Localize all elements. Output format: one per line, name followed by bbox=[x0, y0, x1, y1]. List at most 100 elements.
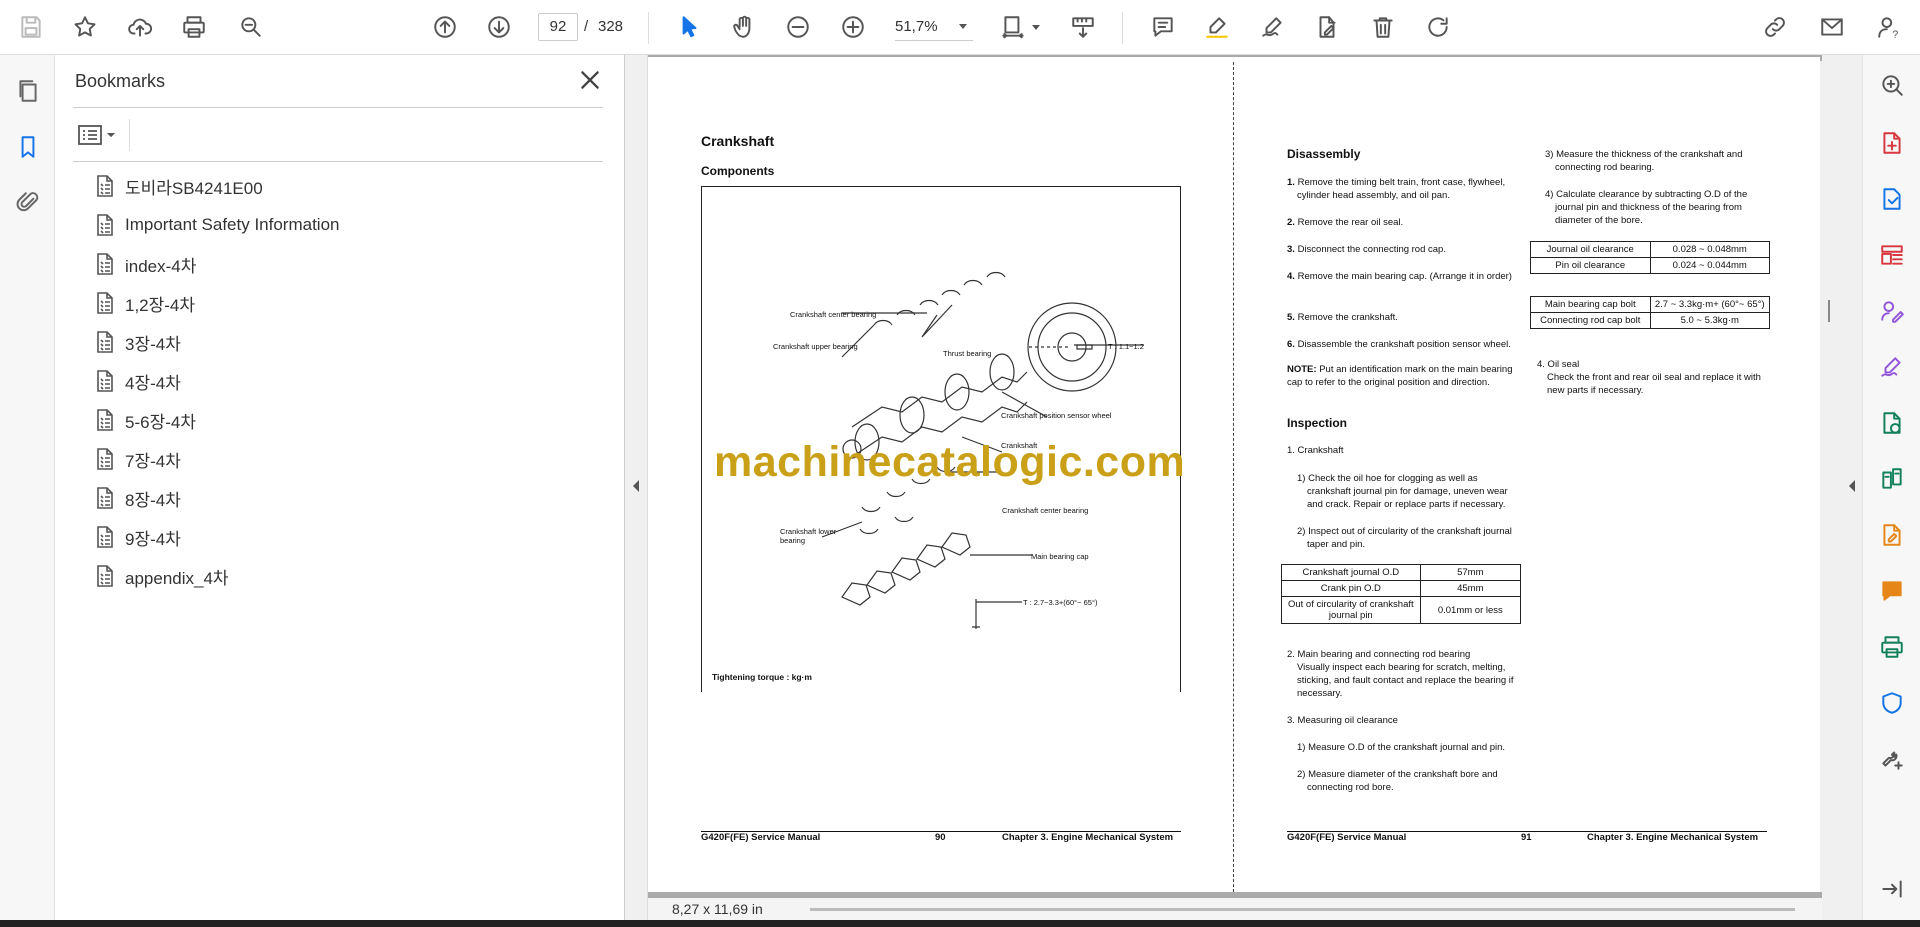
star-icon[interactable] bbox=[68, 10, 102, 44]
label-center-bearing: Crankshaft center bearing bbox=[790, 310, 877, 319]
horizontal-scrollbar[interactable] bbox=[810, 908, 1795, 911]
comment-icon[interactable] bbox=[1146, 10, 1180, 44]
step-text: Remove the main bearing cap. (Arrange it… bbox=[1297, 271, 1512, 282]
panel-splitter[interactable] bbox=[625, 55, 648, 920]
step-number: 5. bbox=[1287, 312, 1295, 323]
spec-name-cell: Pin oil clearance bbox=[1530, 257, 1651, 274]
bookmark-item[interactable]: index-4차 bbox=[95, 250, 196, 278]
collapse-right-icon[interactable] bbox=[1847, 479, 1857, 493]
bookmark-page-icon bbox=[97, 487, 113, 509]
oil-seal-head: 4. Oil seal bbox=[1537, 359, 1580, 370]
bookmark-item[interactable]: 7장-4차 bbox=[95, 445, 181, 473]
delete-icon[interactable] bbox=[1366, 10, 1400, 44]
bookmark-options-button[interactable] bbox=[77, 121, 125, 149]
page-number-input[interactable]: 92 bbox=[538, 13, 578, 41]
oil-clearance-step-1: 1) Measure O.D of the crankshaft journal… bbox=[1297, 742, 1506, 753]
fill-sign-icon[interactable] bbox=[1876, 351, 1908, 383]
spec-value-cell: 0.024 ~ 0.044mm bbox=[1649, 257, 1770, 274]
bookmark-item[interactable]: Important Safety Information bbox=[95, 211, 340, 239]
bookmark-item[interactable]: 1,2장-4차 bbox=[95, 289, 195, 317]
table-row: Main bearing cap bolt 2.7 ~ 3.3kg·m+ (60°… bbox=[1530, 296, 1770, 313]
upload-cloud-icon[interactable] bbox=[123, 10, 157, 44]
label-torque-2: T : 2.7~3.3+(60°~ 65°) bbox=[1023, 598, 1098, 607]
compare-files-icon[interactable] bbox=[1876, 463, 1908, 495]
scroll-thumb[interactable] bbox=[1828, 300, 1830, 322]
request-signatures-icon[interactable] bbox=[1876, 295, 1908, 327]
disassembly-step: 2. Remove the rear oil seal. bbox=[1287, 216, 1527, 229]
disassembly-step: 3. Disconnect the connecting rod cap. bbox=[1287, 243, 1527, 256]
right-panel-splitter[interactable] bbox=[1842, 55, 1862, 920]
email-icon[interactable] bbox=[1815, 10, 1849, 44]
toolbar-divider bbox=[1122, 12, 1123, 44]
highlight-icon[interactable] bbox=[1200, 10, 1234, 44]
bearing-inspection-head: 2. Main bearing and connecting rod beari… bbox=[1287, 649, 1471, 660]
protect-icon[interactable] bbox=[1876, 687, 1908, 719]
zoom-in-icon[interactable] bbox=[836, 10, 870, 44]
bookmark-label: 9장-4차 bbox=[125, 529, 181, 549]
print-icon[interactable] bbox=[177, 10, 211, 44]
previous-page-icon[interactable] bbox=[428, 10, 462, 44]
table-row: Pin oil clearance 0.024 ~ 0.044mm bbox=[1530, 257, 1770, 274]
bookmark-item[interactable]: 4장-4차 bbox=[95, 367, 181, 395]
footer-rule bbox=[701, 831, 1181, 832]
section-title: Crankshaft bbox=[701, 133, 775, 149]
bookmark-label: appendix_4차 bbox=[125, 568, 229, 588]
table-row: Connecting rod cap bolt 5.0 ~ 5.3kg·m bbox=[1530, 312, 1770, 329]
draw-sign-icon[interactable] bbox=[1256, 10, 1290, 44]
hand-tool-icon[interactable] bbox=[727, 10, 761, 44]
table-row: Out of circularity of crankshaft journal… bbox=[1281, 596, 1522, 624]
vertical-scrollbar[interactable] bbox=[1822, 55, 1842, 920]
bookmark-label: 4장-4차 bbox=[125, 373, 181, 393]
edit-pdf-icon[interactable] bbox=[1876, 519, 1908, 551]
send-for-comment-icon[interactable] bbox=[1876, 407, 1908, 439]
scroll-mode-icon[interactable] bbox=[1066, 10, 1100, 44]
next-page-icon[interactable] bbox=[482, 10, 516, 44]
divider bbox=[129, 119, 130, 151]
organize-pages-icon[interactable] bbox=[1876, 239, 1908, 271]
close-icon[interactable] bbox=[577, 67, 603, 93]
zoom-out-icon[interactable] bbox=[781, 10, 815, 44]
bookmark-item[interactable]: 9장-4차 bbox=[95, 523, 181, 551]
watermark-text: machinecatalogic.com bbox=[714, 438, 1186, 486]
spec-name-cell: Crank pin O.D bbox=[1281, 580, 1421, 597]
step-number: 1. bbox=[1287, 177, 1295, 188]
chevron-down-icon[interactable] bbox=[1032, 25, 1040, 30]
step-text: Remove the timing belt train, front case… bbox=[1297, 177, 1506, 201]
page-thumbnails-icon[interactable] bbox=[12, 75, 44, 107]
create-pdf-icon[interactable] bbox=[1876, 127, 1908, 159]
more-tools-icon[interactable] bbox=[1876, 743, 1908, 775]
scan-ocr-icon[interactable] bbox=[1876, 631, 1908, 663]
spec-value-cell: 0.01mm or less bbox=[1419, 596, 1522, 624]
zoom-tool-icon[interactable] bbox=[1876, 69, 1908, 101]
bearing-inspection-text: Visually inspect each bearing for scratc… bbox=[1297, 662, 1514, 699]
page-divider-line bbox=[1233, 62, 1234, 892]
status-bar: 8,27 x 11,69 in bbox=[648, 898, 1822, 920]
collapse-left-icon[interactable] bbox=[631, 479, 641, 493]
save-icon[interactable] bbox=[14, 10, 48, 44]
select-cursor-icon[interactable] bbox=[672, 10, 706, 44]
export-pdf-icon[interactable] bbox=[1876, 183, 1908, 215]
cap-bolt-torque-table: Main bearing cap bolt 2.7 ~ 3.3kg·m+ (60°… bbox=[1530, 296, 1770, 329]
step-number: 2. bbox=[1287, 217, 1295, 228]
account-icon[interactable]: ? bbox=[1872, 10, 1906, 44]
attachment-icon[interactable] bbox=[12, 187, 44, 219]
rotate-icon[interactable] bbox=[1421, 10, 1455, 44]
page-fit-icon[interactable] bbox=[996, 10, 1030, 44]
bookmark-icon[interactable] bbox=[12, 131, 44, 163]
note-text: Put an identification mark on the main b… bbox=[1287, 364, 1513, 388]
note-label: NOTE: bbox=[1287, 364, 1317, 375]
zoom-level-value: 51,7% bbox=[895, 18, 938, 35]
bookmark-item[interactable]: 8장-4차 bbox=[95, 484, 181, 512]
bookmark-item[interactable]: appendix_4차 bbox=[95, 562, 229, 590]
share-link-icon[interactable] bbox=[1758, 10, 1792, 44]
left-navigation-rail bbox=[0, 55, 55, 920]
find-zoom-icon[interactable] bbox=[234, 10, 268, 44]
bookmark-item[interactable]: 도비라SB4241E00 bbox=[95, 172, 263, 200]
comment-tool-icon[interactable] bbox=[1876, 575, 1908, 607]
bookmark-item[interactable]: 3장-4차 bbox=[95, 328, 181, 356]
expand-panel-icon[interactable] bbox=[1876, 873, 1908, 905]
spec-value-cell: 57mm bbox=[1419, 564, 1522, 581]
zoom-level-select[interactable]: 51,7% bbox=[895, 13, 973, 41]
bookmark-item[interactable]: 5-6장-4차 bbox=[95, 406, 196, 434]
edit-document-icon[interactable] bbox=[1310, 10, 1344, 44]
